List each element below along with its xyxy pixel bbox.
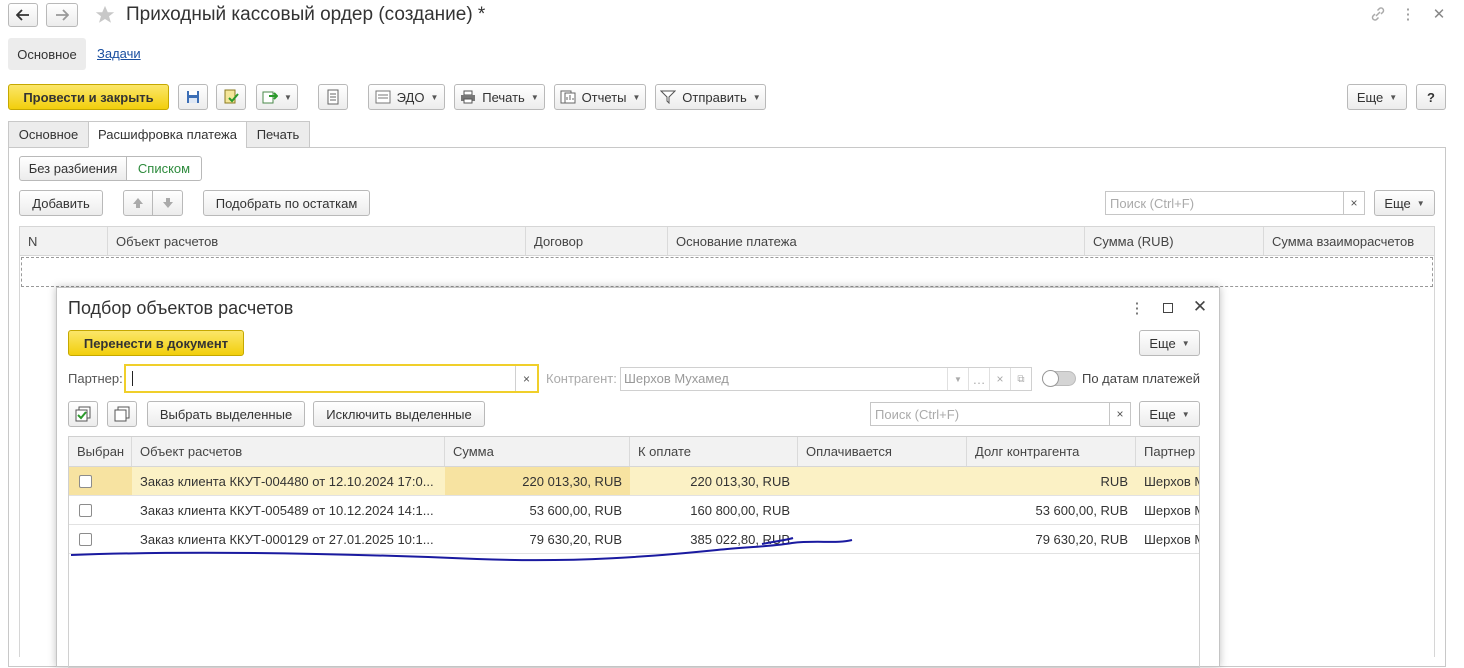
help-button[interactable]: ? bbox=[1416, 84, 1446, 110]
send-label: Отправить bbox=[682, 89, 747, 105]
reports-button[interactable]: Отчеты ▼ bbox=[554, 84, 646, 110]
arrow-up-icon bbox=[133, 198, 143, 208]
structure-button[interactable] bbox=[318, 84, 348, 110]
tab-main-label: Основное bbox=[18, 127, 79, 142]
save-button[interactable] bbox=[178, 84, 208, 110]
tab-payment-breakdown[interactable]: Расшифровка платежа bbox=[88, 121, 247, 148]
main-search-clear-button[interactable]: × bbox=[1343, 191, 1365, 215]
floppy-icon bbox=[187, 91, 199, 103]
post-document-icon bbox=[224, 89, 239, 104]
window-title: Приходный кассовый ордер (создание) * bbox=[126, 4, 486, 25]
forward-button[interactable] bbox=[46, 3, 78, 27]
pick-by-balance-button[interactable]: Подобрать по остаткам bbox=[203, 190, 370, 216]
list-document-icon bbox=[327, 89, 339, 105]
list-more-button[interactable]: Еще ▼ bbox=[1374, 190, 1435, 216]
main-grid-empty-row[interactable] bbox=[21, 257, 1433, 287]
section-tab-main-label: Основное bbox=[17, 46, 77, 62]
col-object[interactable]: Объект расчетов bbox=[108, 227, 526, 255]
more-vertical-icon[interactable]: ⋮ bbox=[1400, 5, 1416, 23]
chevron-down-icon: ▼ bbox=[530, 92, 539, 102]
send-button[interactable]: Отправить ▼ bbox=[655, 84, 766, 110]
post-button[interactable] bbox=[216, 84, 246, 110]
reports-label: Отчеты bbox=[581, 89, 627, 105]
chevron-down-icon: ▼ bbox=[752, 92, 761, 102]
section-tab-main[interactable]: Основное bbox=[8, 38, 86, 70]
favorite-star-icon[interactable] bbox=[92, 3, 118, 27]
send-icon bbox=[660, 90, 677, 104]
arrow-down-icon bbox=[162, 198, 173, 208]
col-mutual-sum[interactable]: Сумма взаиморасчетов bbox=[1264, 227, 1434, 255]
list-mode-button[interactable]: Списком bbox=[126, 156, 202, 181]
col-n[interactable]: N bbox=[20, 227, 108, 255]
main-search-input[interactable]: Поиск (Ctrl+F) bbox=[1105, 191, 1344, 215]
chevron-down-icon: ▼ bbox=[284, 92, 292, 102]
create-based-icon bbox=[262, 91, 279, 104]
reports-icon bbox=[560, 90, 576, 104]
tab-payment-breakdown-label: Расшифровка платежа bbox=[98, 127, 237, 142]
col-sum-rub[interactable]: Сумма (RUB) bbox=[1085, 227, 1264, 255]
printer-icon bbox=[461, 90, 476, 104]
print-label: Печать bbox=[482, 89, 525, 105]
link-icon[interactable] bbox=[1368, 5, 1388, 23]
chevron-down-icon: ▼ bbox=[430, 92, 439, 102]
back-button[interactable] bbox=[8, 3, 38, 27]
edo-label: ЭДО bbox=[396, 89, 425, 105]
no-split-button[interactable]: Без разбиения bbox=[19, 156, 127, 181]
more-button[interactable]: Еще ▼ bbox=[1347, 84, 1407, 110]
tab-print[interactable]: Печать bbox=[246, 121, 310, 148]
add-button[interactable]: Добавить bbox=[19, 190, 103, 216]
more-label: Еще bbox=[1356, 89, 1384, 105]
chevron-down-icon: ▼ bbox=[632, 92, 641, 102]
close-icon[interactable]: ✕ bbox=[1430, 5, 1448, 23]
print-button[interactable]: Печать ▼ bbox=[454, 84, 545, 110]
chevron-down-icon: ▼ bbox=[1416, 198, 1425, 208]
col-contract[interactable]: Договор bbox=[526, 227, 668, 255]
post-and-close-button[interactable]: Провести и закрыть bbox=[8, 84, 169, 110]
edo-icon bbox=[375, 90, 391, 104]
main-grid-header: N Объект расчетов Договор Основание плат… bbox=[19, 226, 1435, 256]
edo-button[interactable]: ЭДО ▼ bbox=[368, 84, 445, 110]
chevron-down-icon: ▼ bbox=[1389, 92, 1398, 102]
move-up-button[interactable] bbox=[123, 190, 153, 216]
create-based-on-button[interactable]: ▼ bbox=[256, 84, 298, 110]
selection-dialog: Подбор объектов расчетов ⋮ ✕ Перенести в… bbox=[56, 287, 1220, 668]
list-more-label: Еще bbox=[1384, 195, 1411, 211]
arrow-right-icon bbox=[56, 9, 69, 21]
arrow-left-icon bbox=[16, 9, 29, 21]
move-down-button[interactable] bbox=[152, 190, 183, 216]
col-basis[interactable]: Основание платежа bbox=[668, 227, 1085, 255]
annotation-underline bbox=[70, 537, 853, 562]
tab-main[interactable]: Основное bbox=[8, 121, 89, 148]
section-tab-tasks[interactable]: Задачи bbox=[97, 46, 141, 61]
tab-print-label: Печать bbox=[256, 127, 300, 142]
